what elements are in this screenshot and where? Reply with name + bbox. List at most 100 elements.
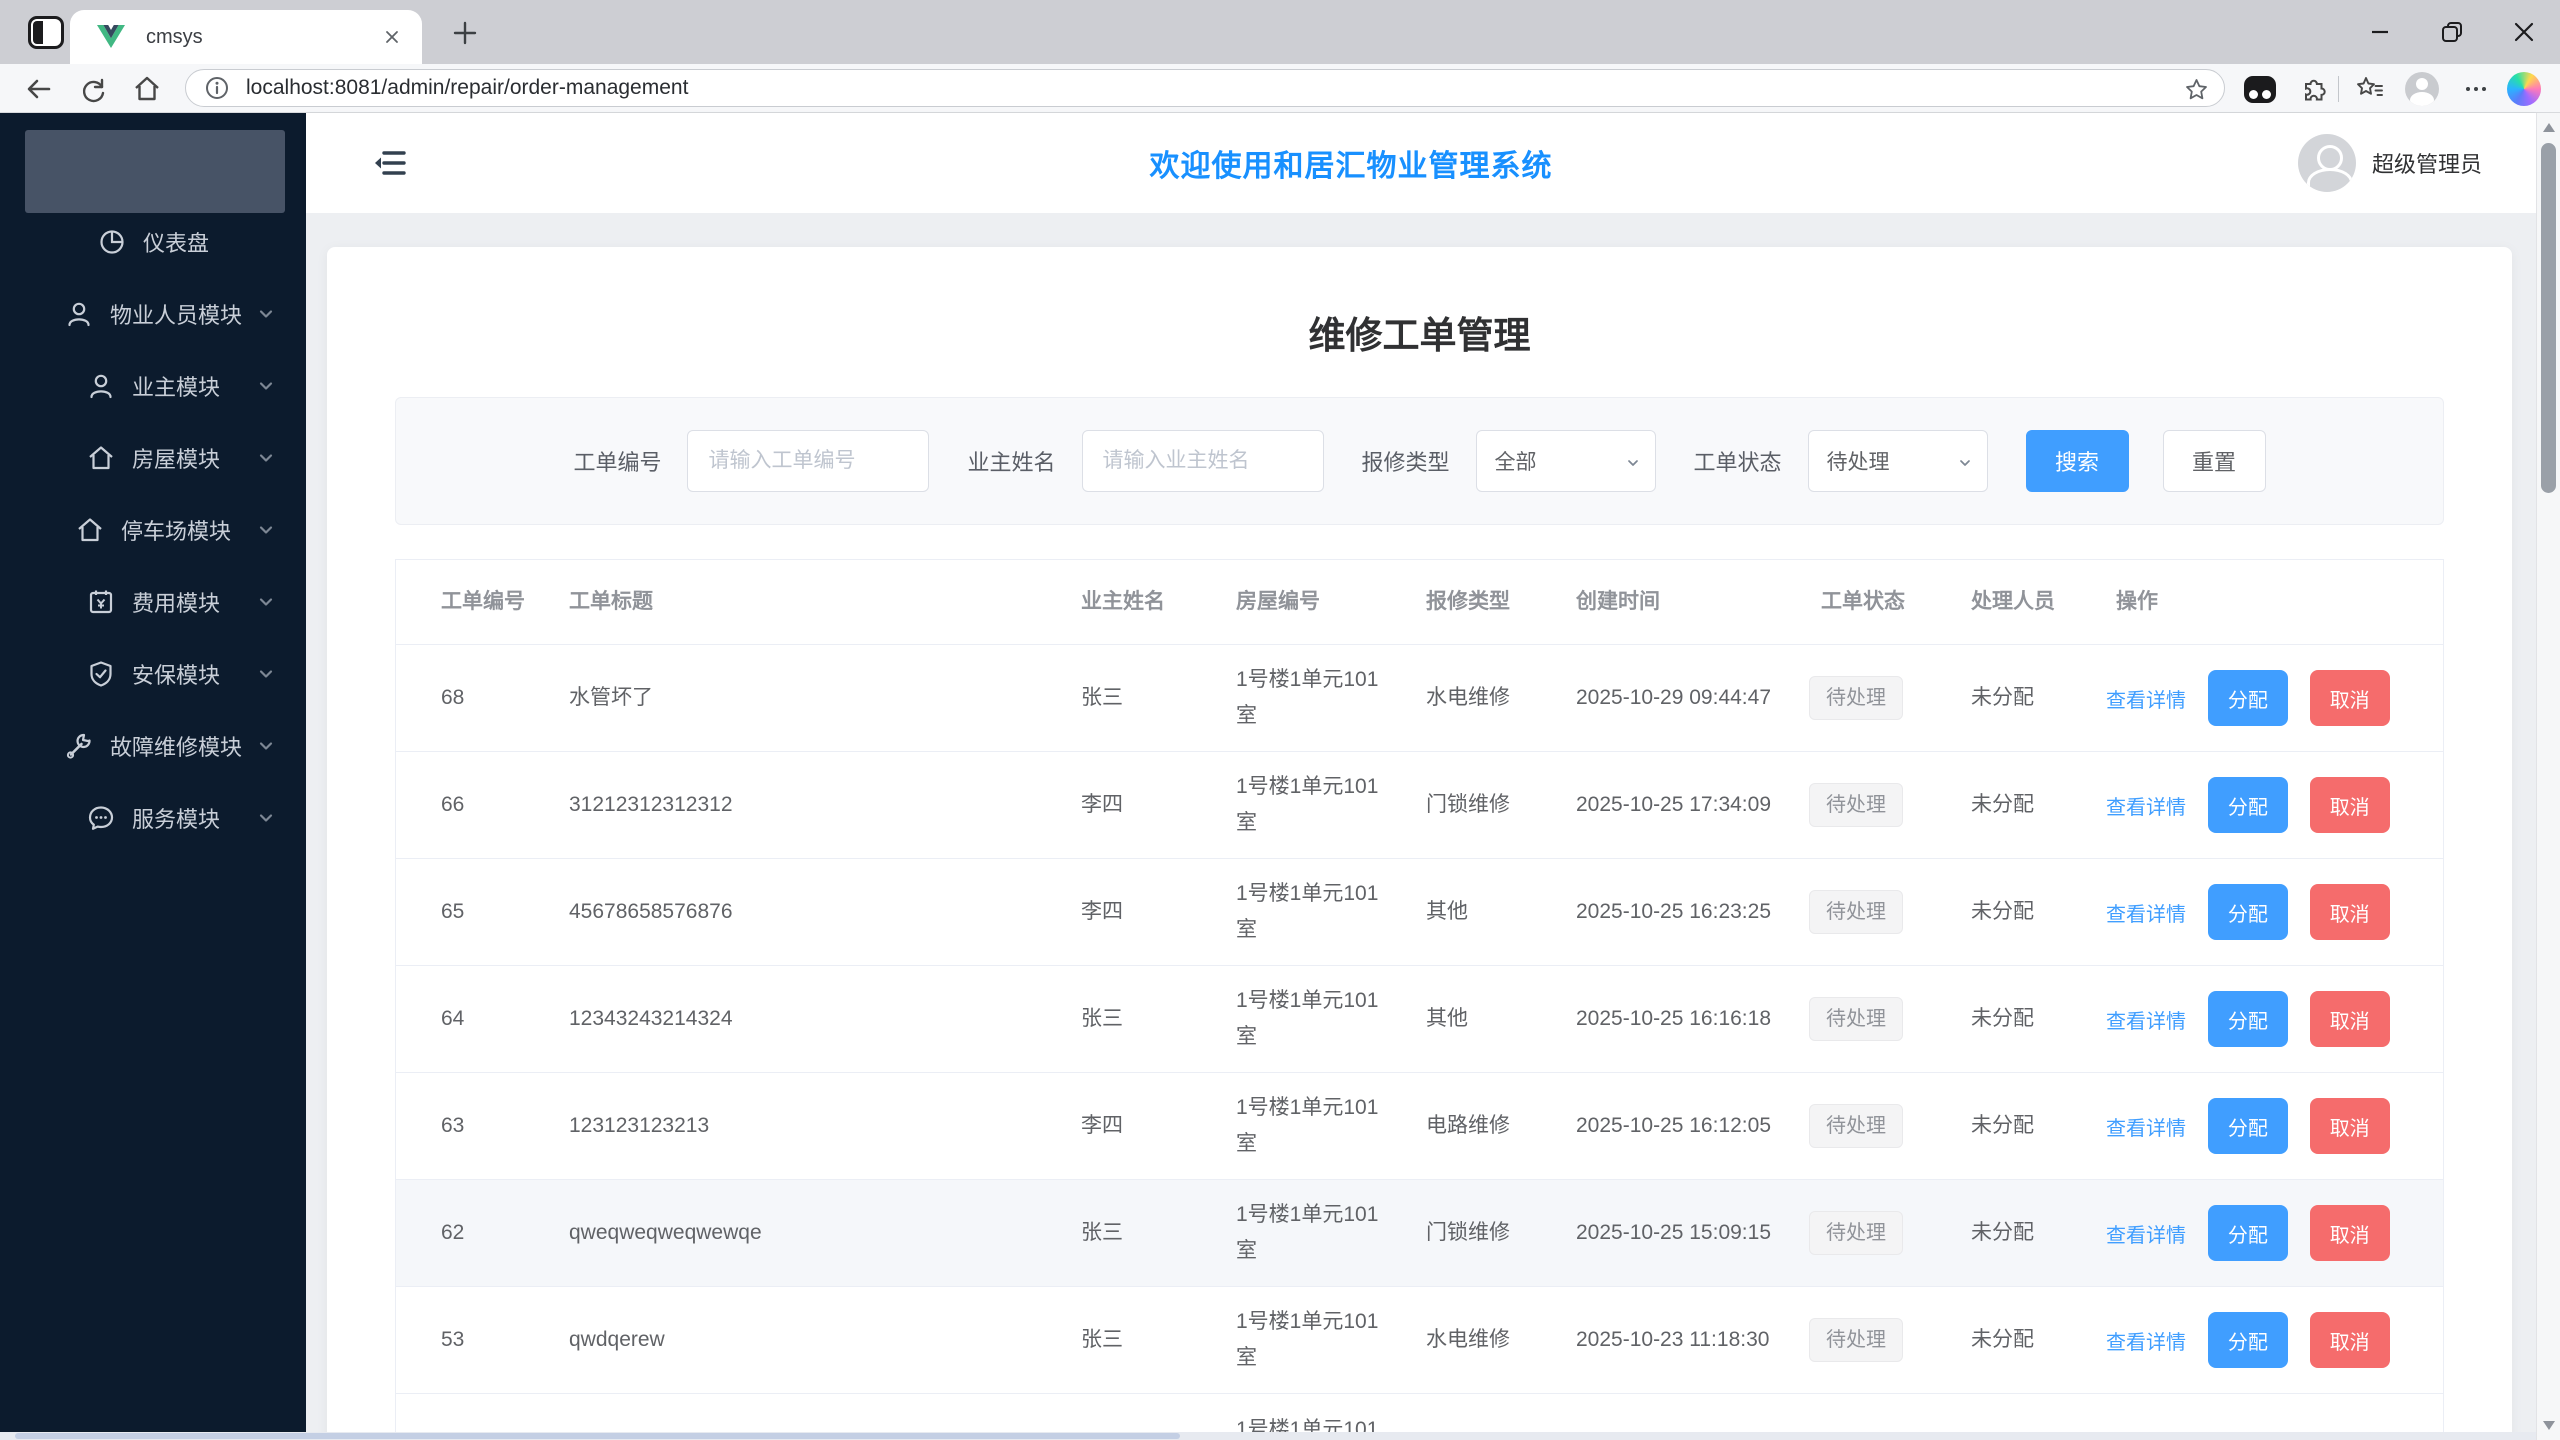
profile-icon[interactable]	[2404, 71, 2440, 107]
reset-button[interactable]: 重置	[2162, 430, 2266, 492]
cancel-button[interactable]: 取消	[2309, 884, 2390, 940]
horizontal-scrollbar-thumb[interactable]	[15, 1433, 1180, 1439]
sidebar: 仪表盘 物业人员模块 业主模块 房屋模块 停车场模块 费用模块 安保模块 故障维…	[0, 113, 306, 1432]
cell-repair-type: 水电维修	[1426, 686, 1510, 709]
cell-created-time: 2025-10-25 16:16:18	[1576, 1007, 1771, 1030]
cell-order-title: 水管坏了	[569, 686, 653, 709]
view-detail-link[interactable]: 查看详情	[2106, 1118, 2186, 1140]
chevron-down-icon	[256, 736, 276, 756]
browser-essentials-icon[interactable]	[2242, 71, 2278, 107]
assign-button[interactable]: 分配	[2207, 1205, 2288, 1261]
sidebar-item[interactable]: 安保模块	[0, 638, 306, 710]
table-row: 63 123123123213 李四 1号楼1单元101室 电路维修 2025-…	[396, 1073, 2443, 1180]
assign-button[interactable]: 分配	[2207, 884, 2288, 940]
icon-home	[75, 515, 105, 545]
cell-house-no: 1号楼1单元101室	[1236, 775, 1379, 834]
sidebar-item[interactable]: 仪表盘	[0, 206, 306, 278]
workspaces-icon[interactable]	[28, 16, 64, 49]
column-header: 工单编号	[441, 590, 525, 613]
toolbar-divider	[2338, 76, 2339, 102]
column-header: 处理人员	[1971, 590, 2055, 613]
sidebar-item[interactable]: 服务模块	[0, 782, 306, 854]
cancel-button[interactable]: 取消	[2309, 991, 2390, 1047]
tab-close-icon[interactable]	[380, 25, 404, 49]
site-info-icon[interactable]	[204, 75, 230, 101]
view-detail-link[interactable]: 查看详情	[2106, 1011, 2186, 1033]
cell-order-status: 待处理	[1801, 1090, 1951, 1162]
cell-house-no: 1号楼1单元101室	[1236, 1417, 1379, 1433]
sidebar-item[interactable]: 费用模块	[0, 566, 306, 638]
back-icon[interactable]	[22, 72, 56, 106]
status-badge: 待处理	[1809, 783, 1903, 827]
app-header: 欢迎使用和居汇物业管理系统 超级管理员	[306, 113, 2536, 213]
copilot-icon[interactable]	[2506, 71, 2542, 107]
cell-order-id: 65	[441, 900, 465, 923]
view-detail-link[interactable]: 查看详情	[2106, 904, 2186, 926]
browser-tab[interactable]: cmsys	[70, 10, 422, 64]
cell-order-id: 63	[441, 1114, 465, 1137]
view-detail-link[interactable]: 查看详情	[2106, 797, 2186, 819]
column-header: 房屋编号	[1236, 590, 1320, 613]
view-detail-link[interactable]: 查看详情	[2106, 690, 2186, 712]
cell-repair-type: 水电维修	[1426, 1328, 1510, 1351]
view-detail-link[interactable]: 查看详情	[2106, 1225, 2186, 1247]
minimize-icon[interactable]	[2344, 0, 2416, 64]
extensions-icon[interactable]	[2296, 71, 2332, 107]
home-icon[interactable]	[130, 72, 164, 106]
horizontal-scrollbar[interactable]	[0, 1432, 2536, 1440]
vertical-scrollbar-thumb[interactable]	[2541, 143, 2556, 493]
order-status-select[interactable]: 待处理	[1807, 430, 1988, 492]
column-header: 业主姓名	[1081, 590, 1165, 613]
refresh-icon[interactable]	[76, 72, 110, 106]
sidebar-item[interactable]: 停车场模块	[0, 494, 306, 566]
view-detail-link[interactable]: 查看详情	[2106, 1332, 2186, 1354]
more-icon[interactable]	[2458, 71, 2494, 107]
column-header: 操作	[2116, 590, 2158, 613]
column-header: 工单状态	[1821, 590, 1905, 613]
cancel-button[interactable]: 取消	[2309, 1098, 2390, 1154]
sidebar-item[interactable]: 故障维修模块	[0, 710, 306, 782]
user-box[interactable]: 超级管理员	[2297, 113, 2482, 213]
vertical-scrollbar[interactable]	[2536, 113, 2560, 1440]
sidebar-item[interactable]: 房屋模块	[0, 422, 306, 494]
restore-icon[interactable]	[2416, 0, 2488, 64]
cancel-button[interactable]: 取消	[2309, 1312, 2390, 1368]
cell-handler: 未分配	[1971, 1221, 2034, 1244]
sidebar-item[interactable]: 业主模块	[0, 350, 306, 422]
sidebar-item[interactable]: 物业人员模块	[0, 278, 306, 350]
new-tab-icon[interactable]	[452, 20, 478, 46]
cell-actions: 查看详情 分配 取消	[2096, 763, 2443, 847]
address-bar[interactable]: localhost:8081/admin/repair/order-manage…	[185, 69, 2225, 107]
sidebar-item-label: 业主模块	[131, 375, 220, 400]
column-header: 报修类型	[1426, 590, 1510, 613]
assign-button[interactable]: 分配	[2207, 670, 2288, 726]
cell-actions: 查看详情 分配 取消	[2096, 1298, 2443, 1382]
cell-order-title: qwdqerew	[569, 1328, 665, 1351]
repair-type-select[interactable]: 全部	[1475, 430, 1656, 492]
assign-button[interactable]: 分配	[2207, 1312, 2288, 1368]
table-row: 66 31212312312312 李四 1号楼1单元101室 门锁维修 202…	[396, 752, 2443, 859]
icon-home	[86, 443, 116, 473]
user-avatar-icon	[2297, 134, 2356, 192]
cancel-button[interactable]: 取消	[2309, 777, 2390, 833]
owner-name-label: 业主姓名	[967, 450, 1056, 475]
cancel-button[interactable]: 取消	[2309, 1205, 2390, 1261]
close-icon[interactable]	[2488, 0, 2560, 64]
favorites-list-icon[interactable]	[2352, 71, 2388, 107]
order-no-input[interactable]	[687, 430, 930, 492]
assign-button[interactable]: 分配	[2207, 991, 2288, 1047]
owner-name-input[interactable]	[1081, 430, 1324, 492]
assign-button[interactable]: 分配	[2207, 777, 2288, 833]
cell-handler: 未分配	[1971, 1328, 2034, 1351]
cell-house-no: 1号楼1单元101室	[1236, 989, 1379, 1048]
cell-order-id: 64	[441, 1007, 465, 1030]
scroll-down-icon[interactable]	[2543, 1421, 2555, 1430]
search-button[interactable]: 搜索	[2025, 430, 2129, 492]
cancel-button[interactable]: 取消	[2309, 670, 2390, 726]
table-row: 64 12343243214324 张三 1号楼1单元101室 其他 2025-…	[396, 966, 2443, 1073]
cell-order-status: 待处理	[1801, 1412, 1951, 1433]
favorite-star-icon[interactable]	[2183, 76, 2210, 103]
assign-button[interactable]: 分配	[2207, 1098, 2288, 1154]
scroll-up-icon[interactable]	[2543, 123, 2555, 132]
chevron-down-icon	[256, 664, 276, 684]
